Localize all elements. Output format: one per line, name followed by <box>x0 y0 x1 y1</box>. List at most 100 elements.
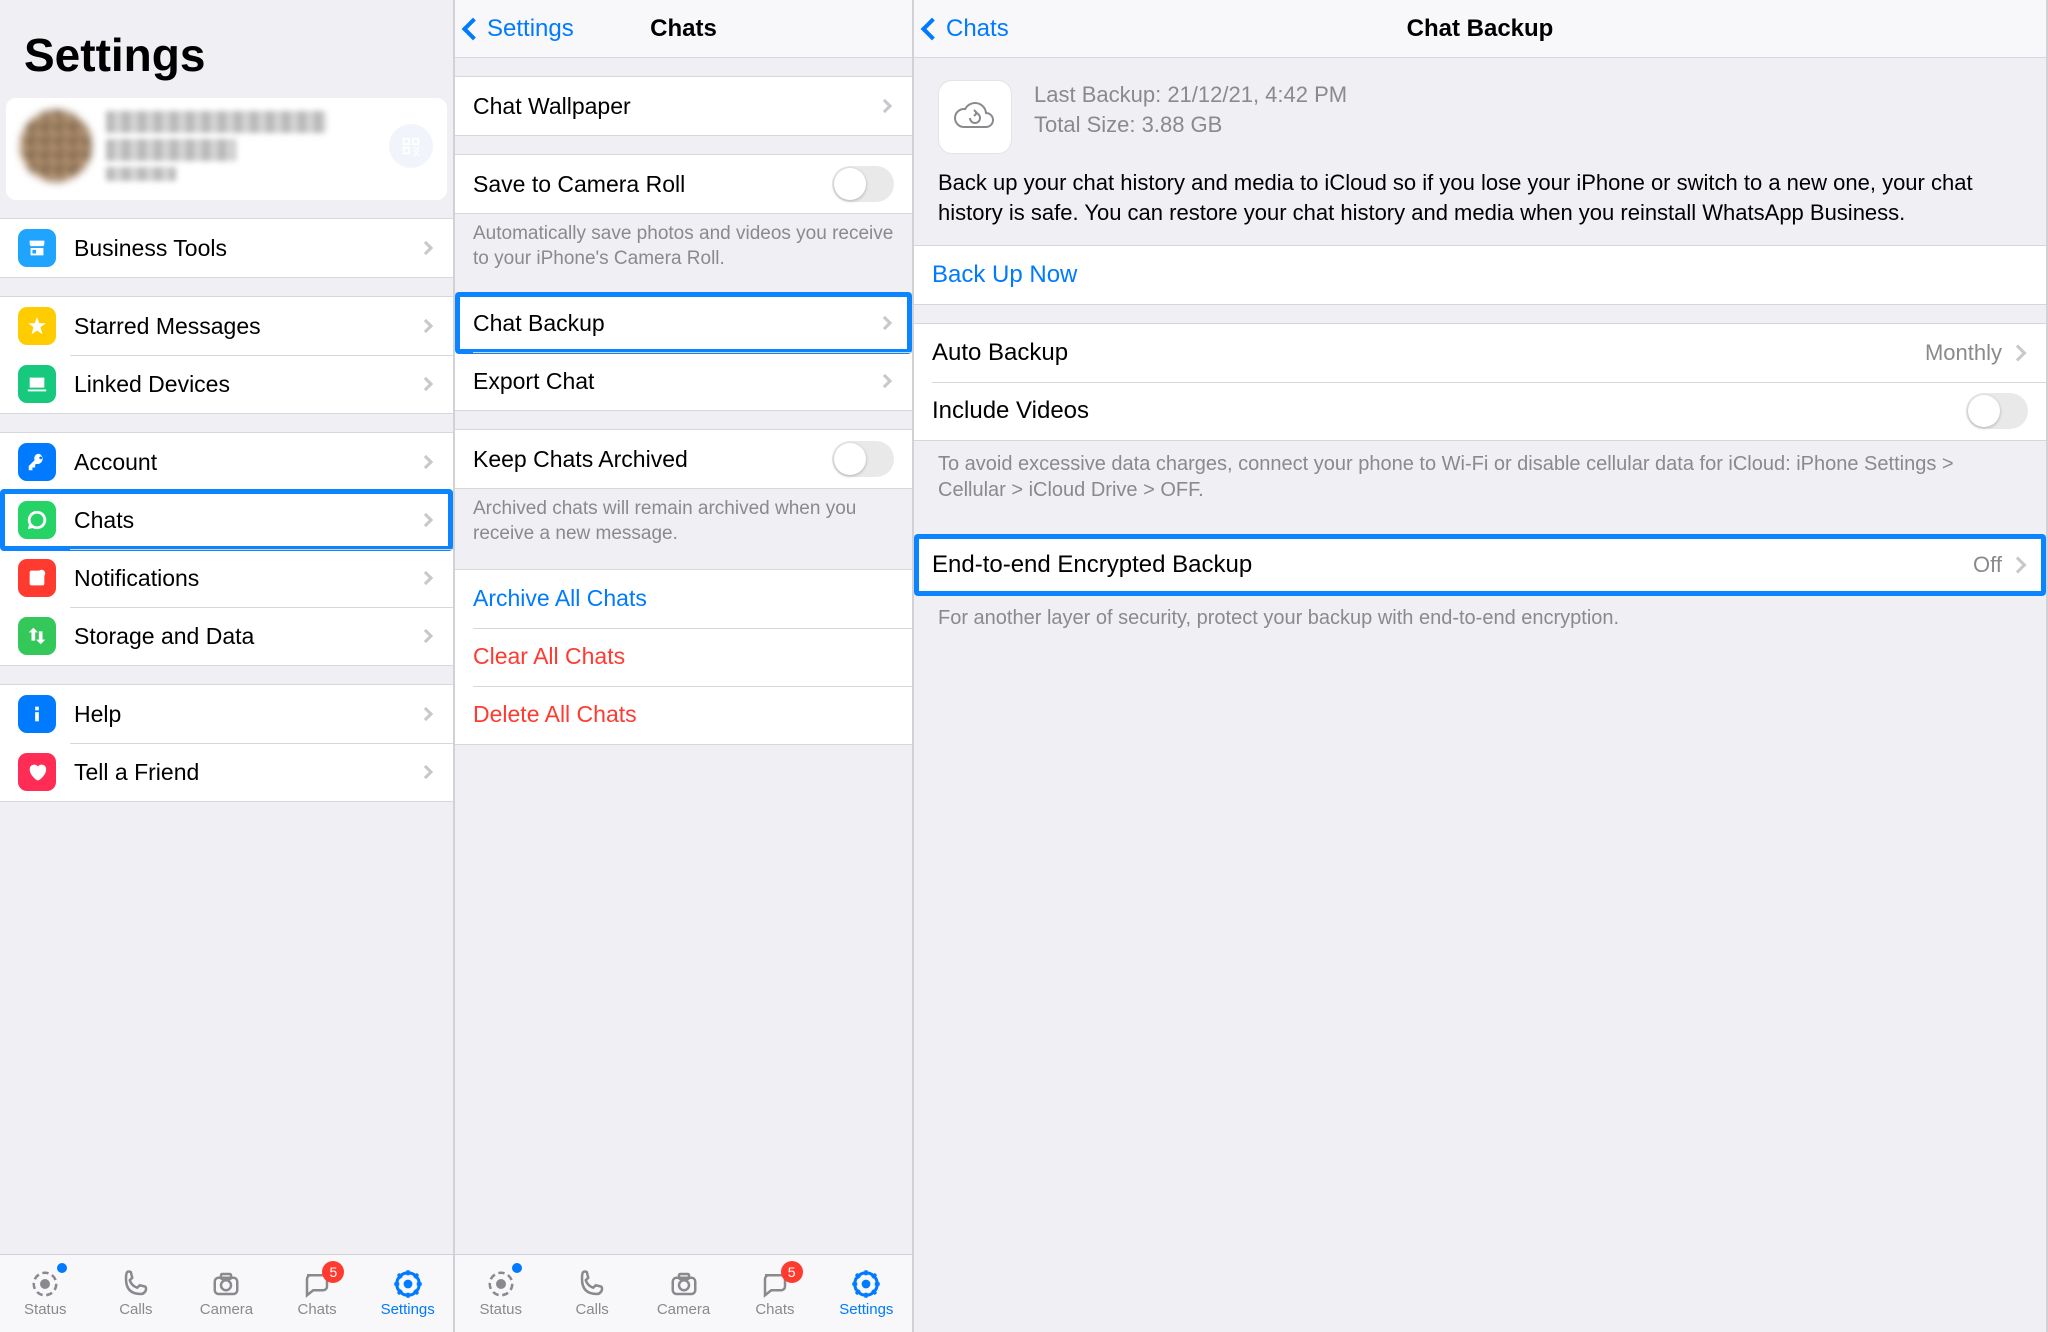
chats-settings-screen: Settings Chats Chat Wallpaper Save to Ca… <box>455 0 914 1332</box>
section-footer: Archived chats will remain archived when… <box>455 489 912 550</box>
row-label: Linked Devices <box>74 371 421 398</box>
backup-info: Last Backup: 21/12/21, 4:42 PM Total Siz… <box>1034 80 1347 139</box>
row-label: Help <box>74 701 421 728</box>
toggle-switch[interactable] <box>832 166 894 202</box>
chevron-left-icon <box>921 17 944 40</box>
tab-camera[interactable]: Camera <box>181 1255 272 1332</box>
qr-code-icon <box>400 135 422 157</box>
row-label: Auto Backup <box>932 339 1925 367</box>
row-label: Starred Messages <box>74 313 421 340</box>
tab-status[interactable]: Status <box>0 1255 91 1332</box>
backup-description: Back up your chat history and media to i… <box>914 168 2046 245</box>
toggle-switch[interactable] <box>832 441 894 477</box>
store-icon <box>18 229 56 267</box>
chevron-right-icon <box>419 319 433 333</box>
row-label: Keep Chats Archived <box>473 446 832 473</box>
row-label: Business Tools <box>74 235 421 262</box>
tab-camera[interactable]: Camera <box>638 1255 729 1332</box>
chevron-left-icon <box>462 17 485 40</box>
chevron-right-icon <box>878 316 892 330</box>
info-icon <box>18 695 56 733</box>
toggle-switch[interactable] <box>1966 393 2028 429</box>
clear-all-chats-row[interactable]: Clear All Chats <box>455 628 912 686</box>
chevron-right-icon <box>419 765 433 779</box>
tab-chats[interactable]: 5 Chats <box>272 1255 363 1332</box>
chevron-right-icon <box>419 377 433 391</box>
arrows-up-down-icon <box>18 617 56 655</box>
sidebar-item-linked-devices[interactable]: Linked Devices <box>0 355 453 413</box>
sidebar-item-help[interactable]: Help <box>0 685 453 743</box>
phone-icon <box>119 1269 153 1299</box>
row-label: Export Chat <box>473 368 880 395</box>
back-button[interactable]: Settings <box>465 15 574 43</box>
sidebar-item-storage-and-data[interactable]: Storage and Data <box>0 607 453 665</box>
section-footer: To avoid excessive data charges, connect… <box>914 441 2046 509</box>
backup-header: Last Backup: 21/12/21, 4:42 PM Total Siz… <box>914 58 2046 168</box>
heart-icon <box>18 753 56 791</box>
row-label: Chat Wallpaper <box>473 93 880 120</box>
e2e-encrypted-backup-row[interactable]: End-to-end Encrypted Backup Off <box>914 536 2046 594</box>
sidebar-item-account[interactable]: Account <box>0 433 453 491</box>
row-label: Clear All Chats <box>473 643 894 670</box>
profile-name-pixelated <box>106 111 389 181</box>
chat-wallpaper-row[interactable]: Chat Wallpaper <box>455 77 912 135</box>
delete-all-chats-row[interactable]: Delete All Chats <box>455 686 912 744</box>
back-button[interactable]: Chats <box>924 15 1009 43</box>
gear-icon <box>391 1269 425 1299</box>
row-label: Chats <box>74 507 421 534</box>
tab-calls[interactable]: Calls <box>91 1255 182 1332</box>
tab-settings[interactable]: Settings <box>821 1255 912 1332</box>
page-title: Settings <box>0 0 453 98</box>
tab-settings[interactable]: Settings <box>362 1255 453 1332</box>
auto-backup-row[interactable]: Auto Backup Monthly <box>914 324 2046 382</box>
navbar: Settings Chats <box>455 0 912 58</box>
chevron-right-icon <box>419 241 433 255</box>
unread-dot <box>57 1263 67 1273</box>
e2e-value: Off <box>1973 552 2002 578</box>
avatar <box>20 110 92 182</box>
chevron-right-icon <box>878 374 892 388</box>
chevron-right-icon <box>419 571 433 585</box>
tab-bar: Status Calls Camera 5 Chats Settings <box>0 1254 453 1332</box>
last-backup-value: 21/12/21, 4:42 PM <box>1167 82 1347 107</box>
chat-backup-row[interactable]: Chat Backup <box>455 294 912 352</box>
sidebar-item-tell-a-friend[interactable]: Tell a Friend <box>0 743 453 801</box>
row-label: Chat Backup <box>473 310 880 337</box>
phone-icon <box>575 1269 609 1299</box>
row-label: Account <box>74 449 421 476</box>
laptop-icon <box>18 365 56 403</box>
export-chat-row[interactable]: Export Chat <box>455 352 912 410</box>
row-label: Back Up Now <box>932 261 2028 289</box>
row-label: Save to Camera Roll <box>473 171 832 198</box>
back-up-now-row[interactable]: Back Up Now <box>914 246 2046 304</box>
sidebar-item-notifications[interactable]: Notifications <box>0 549 453 607</box>
profile-row[interactable] <box>6 98 447 200</box>
tab-status[interactable]: Status <box>455 1255 546 1332</box>
keep-archived-row[interactable]: Keep Chats Archived <box>455 430 912 488</box>
badge: 5 <box>781 1261 803 1283</box>
section-footer: Automatically save photos and videos you… <box>455 214 912 275</box>
tab-chats[interactable]: 5 Chats <box>729 1255 820 1332</box>
row-label: Include Videos <box>932 397 1966 425</box>
qr-code-button[interactable] <box>389 124 433 168</box>
settings-screen: Settings Business Tools <box>0 0 455 1332</box>
row-label: Delete All Chats <box>473 701 894 728</box>
archive-all-chats-row[interactable]: Archive All Chats <box>455 570 912 628</box>
chevron-right-icon <box>2010 345 2027 362</box>
navbar-title: Chats <box>650 15 717 43</box>
chevron-right-icon <box>878 99 892 113</box>
cloud-backup-icon <box>938 80 1012 154</box>
status-icon <box>484 1269 518 1299</box>
tab-calls[interactable]: Calls <box>546 1255 637 1332</box>
key-icon <box>18 443 56 481</box>
chevron-right-icon <box>419 707 433 721</box>
save-camera-roll-row[interactable]: Save to Camera Roll <box>455 155 912 213</box>
whatsapp-icon <box>18 501 56 539</box>
app-badge-icon <box>18 559 56 597</box>
navbar: Chats Chat Backup <box>914 0 2046 58</box>
camera-icon <box>209 1269 243 1299</box>
sidebar-item-chats[interactable]: Chats <box>0 491 453 549</box>
include-videos-row[interactable]: Include Videos <box>914 382 2046 440</box>
sidebar-item-starred-messages[interactable]: Starred Messages <box>0 297 453 355</box>
sidebar-item-business-tools[interactable]: Business Tools <box>0 219 453 277</box>
